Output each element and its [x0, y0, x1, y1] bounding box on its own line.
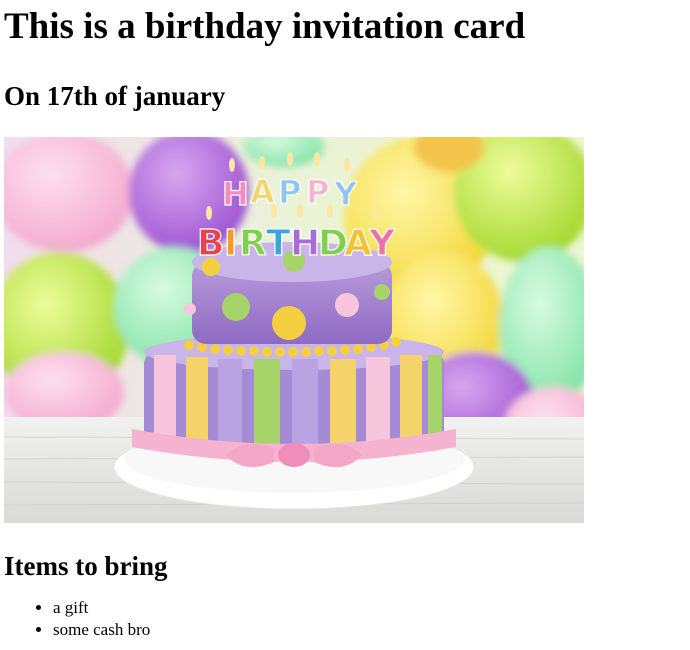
list-item: some cash bro	[53, 619, 690, 641]
svg-text:P: P	[306, 173, 329, 211]
svg-text:P: P	[278, 173, 301, 211]
svg-text:H: H	[222, 175, 249, 213]
svg-text:I: I	[224, 223, 237, 264]
svg-text:B: B	[197, 223, 224, 264]
svg-text:T: T	[266, 223, 291, 264]
svg-text:R: R	[239, 223, 267, 264]
items-to-bring-heading: Items to bring	[4, 551, 168, 581]
event-date: On 17th of january	[4, 81, 226, 111]
svg-text:A: A	[344, 223, 372, 264]
svg-text:H: H	[290, 223, 320, 264]
page-title: This is a birthday invitation card	[4, 6, 526, 47]
svg-text:A: A	[250, 173, 275, 211]
items-list: a gift some cash bro	[4, 597, 690, 641]
birthday-cake-image: H A P P Y B I R T H D A Y	[4, 137, 584, 523]
svg-text:Y: Y	[333, 175, 358, 213]
list-item: a gift	[53, 597, 690, 619]
svg-text:Y: Y	[368, 223, 396, 264]
